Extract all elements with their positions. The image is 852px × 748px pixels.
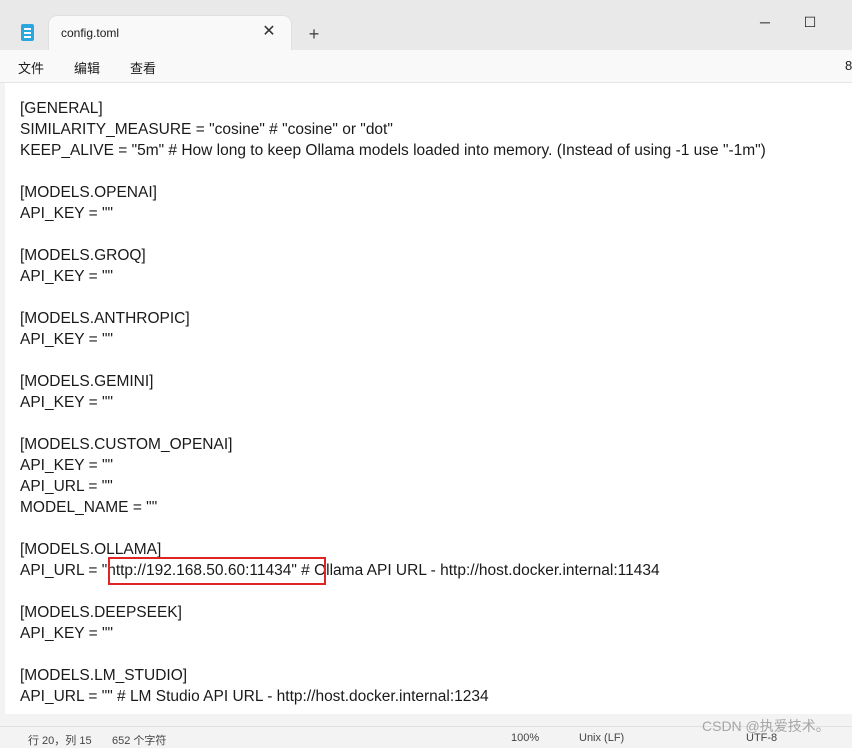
editor-line: [MODELS.GROQ] — [20, 247, 146, 264]
status-line-ending[interactable]: Unix (LF) — [579, 732, 624, 744]
editor-line: [MODELS.CUSTOM_OPENAI] — [20, 436, 233, 453]
minimize-button[interactable]: ─ — [753, 10, 777, 34]
editor-line: SIMILARITY_MEASURE = "cosine" # "cosine"… — [20, 121, 393, 138]
editor-line: API_KEY = "" — [20, 394, 114, 411]
editor-line: API_KEY = "" — [20, 331, 114, 348]
menu-view[interactable]: 查看 — [130, 58, 156, 77]
status-zoom[interactable]: 100% — [511, 732, 539, 744]
editor-line: [MODELS.GEMINI] — [20, 373, 154, 390]
menu-file[interactable]: 文件 — [18, 58, 44, 77]
editor-line: [MODELS.ANTHROPIC] — [20, 310, 190, 327]
watermark: CSDN @执爱技术。 — [702, 718, 830, 734]
notepad-icon — [21, 24, 34, 41]
editor-line: API_KEY = "" — [20, 625, 114, 642]
editor-line: KEEP_ALIVE = "5m" # How long to keep Oll… — [20, 142, 766, 159]
editor-line: MODEL_NAME = "" — [20, 499, 158, 516]
tab-label: config.toml — [61, 26, 120, 40]
title-bar: config.toml ✕ + ─ ☐ — [0, 0, 852, 50]
editor-line: API_KEY = "" — [20, 205, 114, 222]
editor-line: [MODELS.DEEPSEEK] — [20, 604, 182, 621]
editor-line: [MODELS.LM_STUDIO] — [20, 667, 188, 684]
text-editor[interactable]: [GENERAL] SIMILARITY_MEASURE = "cosine" … — [5, 83, 852, 714]
editor-line: API_KEY = "" — [20, 457, 114, 474]
menu-bar: 文件 编辑 查看 8 — [0, 50, 852, 83]
menu-edit[interactable]: 编辑 — [74, 58, 100, 77]
editor-line: API_URL = "" — [20, 478, 113, 495]
status-position: 行 20，列 15 — [28, 735, 92, 747]
editor-line: [GENERAL] — [20, 100, 103, 117]
new-tab-button[interactable]: + — [302, 22, 326, 46]
url-highlight-box — [108, 557, 326, 585]
editor-line: API_URL = "" # LM Studio API URL - http:… — [20, 688, 489, 705]
tab-close-icon[interactable]: ✕ — [259, 22, 279, 42]
tab-config-toml[interactable]: config.toml ✕ — [49, 16, 291, 50]
editor-line: [MODELS.OPENAI] — [20, 184, 157, 201]
status-char-count: 652 个字符 — [112, 735, 167, 747]
maximize-button[interactable]: ☐ — [798, 10, 822, 34]
editor-line: API_KEY = "" — [20, 268, 114, 285]
menu-overflow: 8 — [845, 58, 852, 73]
